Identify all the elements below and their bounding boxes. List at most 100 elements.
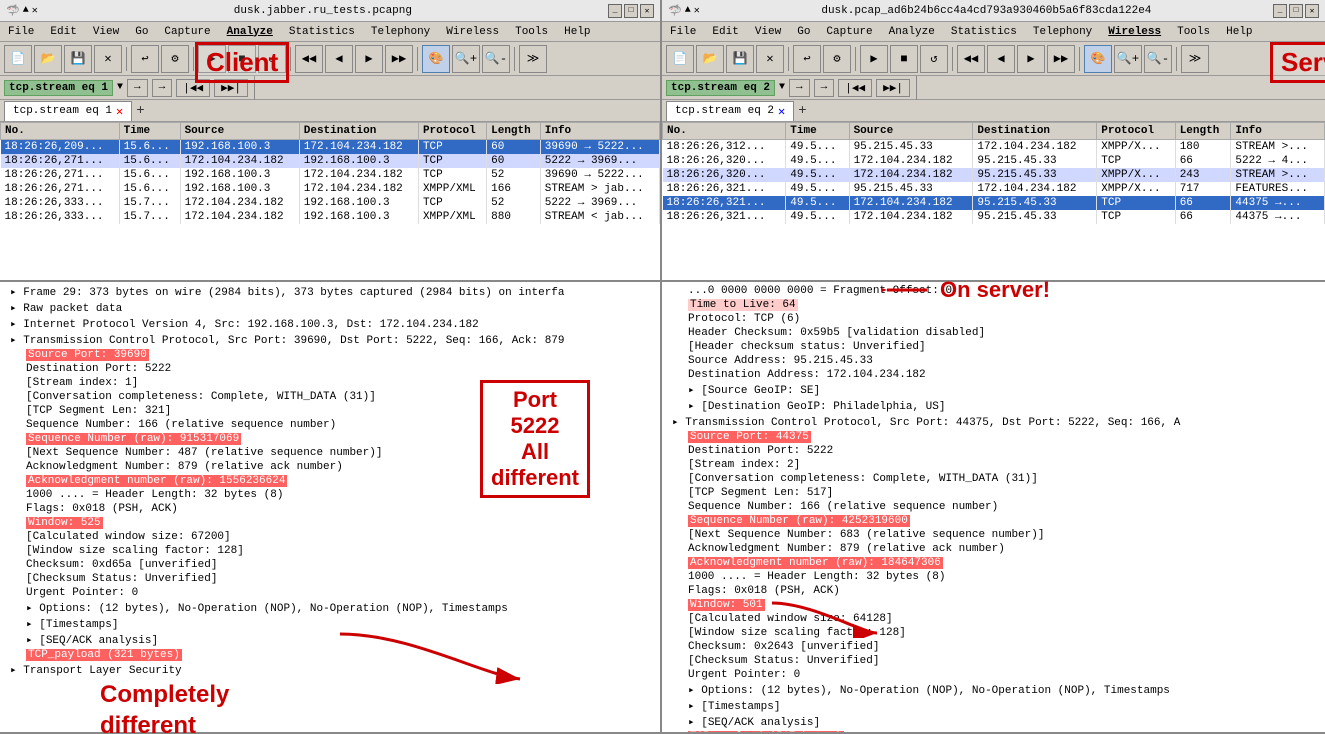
menu-help-right[interactable]: Help [1222, 25, 1256, 39]
right-detail-line[interactable]: [Header checksum status: Unverified] [664, 340, 1323, 354]
menu-edit-left[interactable]: Edit [46, 25, 80, 39]
stream-tab-add-right[interactable]: + [798, 103, 806, 119]
tb-settings-right[interactable]: ⚙ [823, 45, 851, 73]
left-detail-line[interactable]: ▸ Internet Protocol Version 4, Src: 192.… [2, 316, 658, 332]
close-btn-right[interactable]: ✕ [1305, 4, 1319, 18]
menu-view-left[interactable]: View [89, 25, 123, 39]
left-detail-line[interactable]: 1000 .... = Header Length: 32 bytes (8) [2, 488, 658, 502]
tb-next-left[interactable]: ▶ [355, 45, 383, 73]
left-packet-row[interactable]: 18:26:26,333...15.7...172.104.234.182192… [1, 196, 660, 210]
menu-statistics-left[interactable]: Statistics [285, 25, 359, 39]
tb-save-left[interactable]: 💾 [64, 45, 92, 73]
menu-analyze-right[interactable]: Analyze [885, 25, 939, 39]
right-detail-line[interactable]: ▸ Transmission Control Protocol, Src Por… [664, 414, 1323, 430]
right-detail-line[interactable]: [TCP Segment Len: 517] [664, 486, 1323, 500]
right-detail-line[interactable]: Acknowledgment Number: 879 (relative ack… [664, 542, 1323, 556]
left-packet-row[interactable]: 18:26:26,333...15.7...172.104.234.182192… [1, 210, 660, 224]
right-detail-line[interactable]: Flags: 0x018 (PSH, ACK) [664, 584, 1323, 598]
tb-fwd-left[interactable]: ▶▶ [385, 45, 413, 73]
filter-right-left[interactable]: → [152, 79, 173, 97]
stream-tab-add-left[interactable]: + [136, 103, 144, 119]
right-detail-line[interactable]: ▸ [Destination GeoIP: Philadelphia, US] [664, 398, 1323, 414]
left-detail-line[interactable]: Window: 525 [2, 516, 658, 530]
tb-settings-left[interactable]: ⚙ [161, 45, 189, 73]
menu-telephony-left[interactable]: Telephony [367, 25, 434, 39]
right-detail-line[interactable]: ▸ [Timestamps] [664, 698, 1323, 714]
restore-btn-left[interactable]: □ [624, 4, 638, 18]
left-detail-line[interactable]: Urgent Pointer: 0 [2, 586, 658, 600]
right-detail-line[interactable]: ▸ Options: (12 bytes), No-Operation (NOP… [664, 682, 1323, 698]
tb-close-right[interactable]: ✕ [756, 45, 784, 73]
left-detail-line[interactable]: [Calculated window size: 67200] [2, 530, 658, 544]
tb-start-left[interactable]: ▶ [198, 45, 226, 73]
right-detail-line[interactable]: ▸ [SEQ/ACK analysis] [664, 714, 1323, 730]
minimize-btn-right[interactable]: _ [1273, 4, 1287, 18]
right-detail-line[interactable]: Sequence Number (raw): 4252319600 [664, 514, 1323, 528]
tb-open-right[interactable]: 📂 [696, 45, 724, 73]
right-detail-line[interactable]: TCP payload (517 bytes) [664, 730, 1323, 734]
right-detail-line[interactable]: Acknowledgment number (raw): 184647306 [664, 556, 1323, 570]
stream-tab-right[interactable]: tcp.stream eq 2 ✕ [666, 101, 794, 121]
tb-open-left[interactable]: 📂 [34, 45, 62, 73]
left-detail-line[interactable]: ▸ Frame 29: 373 bytes on wire (2984 bits… [2, 284, 658, 300]
tb-prev-right[interactable]: ◀ [987, 45, 1015, 73]
tb-zoom-out-right[interactable]: 🔍- [1144, 45, 1172, 73]
tb-next-right[interactable]: ▶ [1017, 45, 1045, 73]
right-detail-line[interactable]: Checksum: 0x2643 [unverified] [664, 640, 1323, 654]
filter-ll-right[interactable]: |◀◀ [838, 79, 872, 97]
left-detail-line[interactable]: Destination Port: 5222 [2, 362, 658, 376]
filter-rr-left[interactable]: ▶▶| [214, 79, 248, 97]
left-detail-line[interactable]: Sequence Number (raw): 915317069 [2, 432, 658, 446]
stream-tab-left[interactable]: tcp.stream eq 1 ✕ [4, 101, 132, 121]
right-detail-line[interactable]: 1000 .... = Header Length: 32 bytes (8) [664, 570, 1323, 584]
left-packet-detail[interactable]: ▸ Frame 29: 373 bytes on wire (2984 bits… [0, 282, 660, 734]
tb-colorize-right[interactable]: 🎨 [1084, 45, 1112, 73]
right-packet-row[interactable]: 18:26:26,320...49.5...172.104.234.18295.… [663, 168, 1325, 182]
left-packet-row[interactable]: 18:26:26,271...15.6...172.104.234.182192… [1, 154, 660, 168]
left-packet-row[interactable]: 18:26:26,271...15.6...192.168.100.3172.1… [1, 182, 660, 196]
right-packet-list[interactable]: No. Time Source Destination Protocol Len… [662, 122, 1325, 282]
right-detail-line[interactable]: [Stream index: 2] [664, 458, 1323, 472]
tb-back-left[interactable]: ◀◀ [295, 45, 323, 73]
tb-save-right[interactable]: 💾 [726, 45, 754, 73]
menu-edit-right[interactable]: Edit [708, 25, 742, 39]
menu-help-left[interactable]: Help [560, 25, 594, 39]
tb-close-left[interactable]: ✕ [94, 45, 122, 73]
menu-wireless-right[interactable]: Wireless [1104, 25, 1165, 39]
left-detail-line[interactable]: ▸ Transport Layer Security [2, 662, 658, 678]
tb-restart-left[interactable]: ↺ [258, 45, 286, 73]
left-detail-line[interactable]: Acknowledgment number (raw): 1556236624 [2, 474, 658, 488]
tb-more-right[interactable]: ≫ [1181, 45, 1209, 73]
tb-zoom-in-left[interactable]: 🔍+ [452, 45, 480, 73]
menu-analyze-left[interactable]: Analyze [223, 25, 277, 39]
filter-arrow-left[interactable]: → [127, 79, 148, 97]
left-detail-line[interactable]: [Checksum Status: Unverified] [2, 572, 658, 586]
tb-fwd-right[interactable]: ▶▶ [1047, 45, 1075, 73]
right-detail-line[interactable]: Header Checksum: 0x59b5 [validation disa… [664, 326, 1323, 340]
filter-rr-right[interactable]: ▶▶| [876, 79, 910, 97]
menu-tools-right[interactable]: Tools [1173, 25, 1214, 39]
tb-prev-left[interactable]: ◀ [325, 45, 353, 73]
menu-telephony-right[interactable]: Telephony [1029, 25, 1096, 39]
restore-btn-right[interactable]: □ [1289, 4, 1303, 18]
left-packet-row[interactable]: 18:26:26,209...15.6...192.168.100.3172.1… [1, 140, 660, 155]
tb-start-right[interactable]: ▶ [860, 45, 888, 73]
tb-new-left[interactable]: 📄 [4, 45, 32, 73]
tb-zoom-in-right[interactable]: 🔍+ [1114, 45, 1142, 73]
tb-back-right[interactable]: ◀◀ [957, 45, 985, 73]
left-detail-line[interactable]: ▸ Raw packet data [2, 300, 658, 316]
right-detail-line[interactable]: [Next Sequence Number: 683 (relative seq… [664, 528, 1323, 542]
right-detail-line[interactable]: Destination Address: 172.104.234.182 [664, 368, 1323, 382]
left-detail-line[interactable]: [Window size scaling factor: 128] [2, 544, 658, 558]
stream-tab-close-right[interactable]: ✕ [778, 104, 785, 119]
left-detail-line[interactable]: ▸ Transmission Control Protocol, Src Por… [2, 332, 658, 348]
filter-right-right[interactable]: → [814, 79, 835, 97]
minimize-btn-left[interactable]: _ [608, 4, 622, 18]
tb-new-right[interactable]: 📄 [666, 45, 694, 73]
menu-tools-left[interactable]: Tools [511, 25, 552, 39]
right-detail-line[interactable]: Protocol: TCP (6) [664, 312, 1323, 326]
tb-stop-right[interactable]: ■ [890, 45, 918, 73]
right-detail-line[interactable]: [Checksum Status: Unverified] [664, 654, 1323, 668]
left-detail-line[interactable]: ▸ [SEQ/ACK analysis] [2, 632, 658, 648]
left-detail-line[interactable]: [Conversation completeness: Complete, WI… [2, 390, 658, 404]
